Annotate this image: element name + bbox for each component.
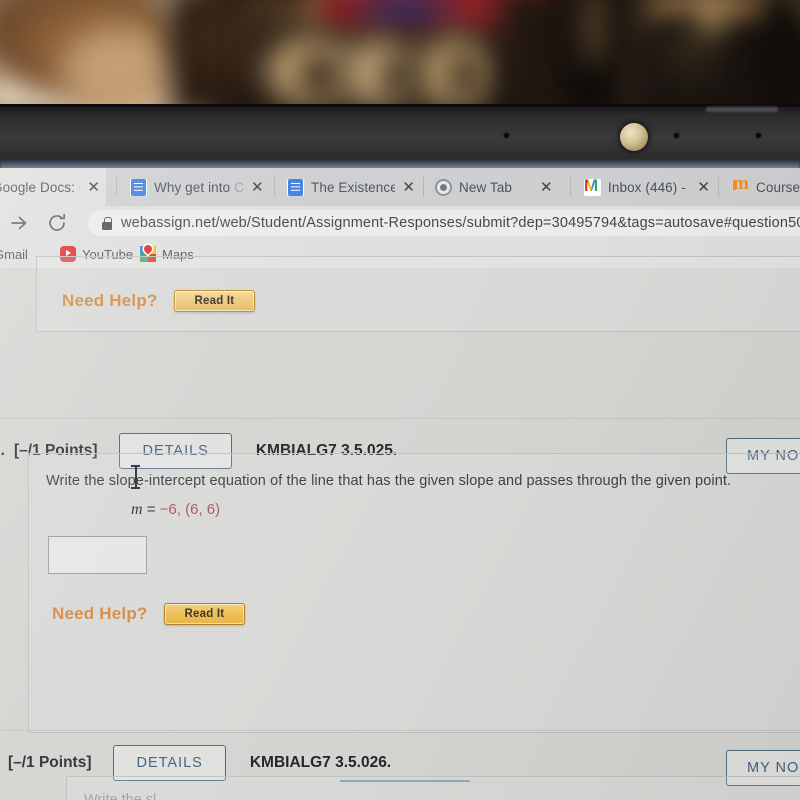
gmail-favicon [584,178,601,196]
microphone-pinhole-right [756,133,761,138]
read-it-button[interactable]: Read It [163,603,246,625]
browser-toolbar: webassign.net/web/Student/Assignment-Res… [0,206,800,240]
question-7-prompt: Write the slope-intercept equation of th… [46,473,732,489]
laptop-screen: Google Docs: C ✕ Why get into C ✕ The Ex… [0,168,800,800]
browser-tab-why-get-into[interactable]: Why get into C ✕ [124,168,272,206]
browser-tab-google-docs[interactable]: Google Docs: C ✕ [0,168,106,206]
reload-icon[interactable] [46,212,68,234]
arrow-right-icon[interactable] [8,212,30,234]
answer-input[interactable] [48,536,147,574]
address-bar[interactable]: webassign.net/web/Student/Assignment-Res… [88,210,800,236]
tab-label: Inbox (446) - v [608,179,690,195]
tab-label: New Tab [459,179,512,195]
webcam-lens [620,123,648,151]
docs-favicon [287,178,304,196]
browser-tab-course[interactable]: Course [726,168,800,206]
need-help-group-question-7: Need Help? Read It [52,603,246,625]
browser-tab-new-tab[interactable]: New Tab ✕ [429,168,566,206]
slope-value: −6 [159,501,177,518]
decorative-underline [340,780,470,782]
slope-variable: m [131,501,143,518]
need-help-label: Need Help? [62,291,158,310]
close-icon[interactable]: ✕ [697,180,710,195]
tab-label: The Existence c [311,179,396,195]
need-help-group-previous: Need Help? Read It [62,290,256,312]
close-icon[interactable]: ✕ [402,180,415,195]
microphone-pinhole-middle [674,133,679,138]
close-icon[interactable]: ✕ [251,180,264,195]
background-photo [0,0,800,112]
read-it-button[interactable]: Read It [173,290,256,312]
point-value: (6, 6) [185,501,221,518]
need-help-label: Need Help? [52,604,148,623]
bookmark-gmail[interactable]: Gmail [0,244,28,264]
close-icon[interactable]: ✕ [87,180,100,195]
question-points: [–/1 Points] [7,754,92,771]
question-number: 7. [0,442,5,459]
close-icon[interactable]: ✕ [540,180,553,195]
browser-tab-strip: Google Docs: C ✕ Why get into C ✕ The Ex… [0,168,800,206]
browser-tab-the-existence[interactable]: The Existence c ✕ [281,168,421,206]
section-divider [0,730,800,731]
value-separator: , [176,501,186,518]
tab-label: Why get into C [154,179,244,195]
tab-label: Google Docs: C [0,179,80,195]
url-text: webassign.net/web/Student/Assignment-Res… [121,215,800,231]
tab-label: Course [756,179,800,195]
equals-sign: = [142,501,160,518]
lock-icon [102,216,112,230]
question-7-panel [28,453,800,733]
question-code: KMBIALG7 3.5.026. [249,754,392,771]
question-7-given-values: m = −6, (6, 6) [131,501,220,519]
chrome-favicon [435,178,452,196]
webassign-page-content: Need Help? Read It 7. [–/1 Points] DETAI… [0,256,800,800]
microphone-pinhole-left [504,133,509,138]
moodle-favicon [732,173,749,196]
bookmark-label: Gmail [0,246,28,262]
question-8-prompt-partial: Write the sl [84,792,157,800]
browser-tab-inbox[interactable]: Inbox (446) - v ✕ [578,168,716,206]
section-divider [0,418,800,419]
docs-favicon [130,178,147,196]
